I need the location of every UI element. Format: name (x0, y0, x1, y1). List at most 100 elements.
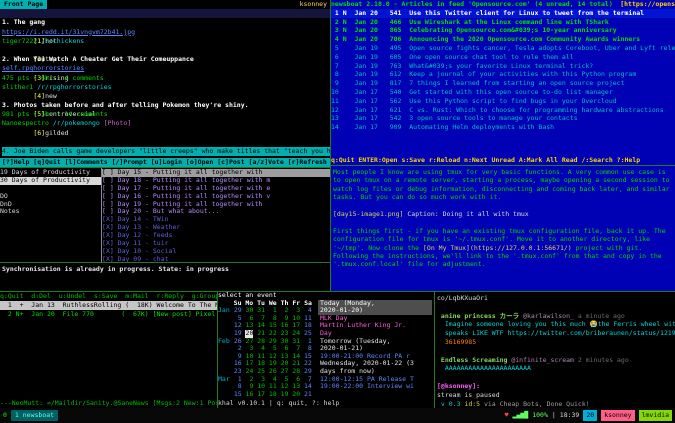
email-row[interactable]: 1 + Jan 13 RuthlessRolling ( 18K) Welcom… (0, 300, 217, 310)
twitter-line[interactable]: anine princess カーラ @karlawilson_ a minut… (437, 312, 675, 321)
reddit-post-line[interactable]: slither1 /r/rpghorrorstories (2, 83, 330, 92)
article-row[interactable]: 7 Jan 19 763 What&#039;s your favorite L… (331, 62, 675, 71)
article-row[interactable]: 10 Jan 17 540 Get started with this open… (331, 88, 675, 97)
calendar-day[interactable]: 18 (269, 390, 277, 399)
article-row[interactable]: 1 N Jan 20 541 Use this Twitter client f… (331, 8, 675, 18)
article-row[interactable]: 4 N Jan 20 706 Announcing the 2020 Opens… (331, 35, 675, 44)
todo-list-item[interactable]: 30 Days of Productivity (0, 176, 101, 185)
twitter-line[interactable]: Endless Screaming @infinite_scream 2 min… (437, 356, 675, 365)
todo-task-row[interactable]: [ ] Day 20 - But what about... (102, 208, 330, 216)
article-row[interactable]: 9 Jan 19 817 7 things I learned from sta… (331, 79, 675, 88)
twitter-line[interactable]: AAAAAAAAAAAAAAAAAAAAAA (437, 364, 675, 373)
reddit-sort-tab[interactable]: [4]new (33, 92, 57, 100)
article-row[interactable]: 6 Jan 19 605 One open source chat tool t… (331, 53, 675, 62)
todo-task-row[interactable]: [ ] Day 19 - Putting it all together wit… (102, 201, 330, 209)
calendar-day[interactable]: 21 (304, 390, 312, 399)
calendar-day[interactable]: 20 (292, 390, 300, 399)
agenda-line[interactable]: 12:00-12:15 PA Release T (318, 376, 432, 384)
agenda-line[interactable]: Today (Monday, (318, 299, 432, 308)
article-row[interactable]: 3 N Jan 20 865 Celebrating Opensource.co… (331, 26, 675, 35)
todo-task-row[interactable]: [X] Day 11 - tuir (102, 240, 330, 248)
agenda-line[interactable]: Tomorrow (Tuesday, (318, 338, 432, 346)
pane-border-bottom-left[interactable] (217, 292, 218, 408)
article-row[interactable]: 5 Jan 19 495 Open source fights cancer, … (331, 44, 675, 53)
reddit-post-line[interactable] (2, 46, 330, 55)
pane-sync-status[interactable]: Synchronisation is already in progress. … (0, 263, 330, 291)
twitter-line[interactable] (437, 347, 675, 356)
reddit-logged-in-user: ksonney (299, 0, 327, 8)
todo-list-item[interactable] (0, 185, 101, 193)
reddit-post-line[interactable]: 4. Joe Biden calls game developers "litt… (2, 147, 330, 157)
todo-task-row[interactable]: [X] Day 14 - TWin (102, 216, 330, 224)
pane-border-bottom-right[interactable] (434, 292, 435, 408)
reddit-post-line[interactable] (2, 138, 330, 147)
reddit-post-line[interactable]: 2. When You Watch A Cheater Get Their Co… (2, 55, 330, 64)
calendar-day[interactable]: 19 (280, 390, 289, 399)
pane-border-vertical-main[interactable] (330, 0, 331, 291)
agenda-line[interactable]: 2020-01-20) (318, 307, 432, 315)
agenda-line[interactable]: 19:00-22:00 Interview wi (318, 383, 432, 391)
todo-task-row[interactable]: [X] Day 10 - Social (102, 248, 330, 256)
todo-list-item[interactable]: 19 Days of Productivity (0, 169, 101, 177)
todo-sidebar: 19 Days of Productivity 30 Days of Produ… (0, 168, 102, 262)
pane-khal-calendar[interactable]: select an event Su Mo Tu We Th Fr Sa Jan… (218, 292, 434, 408)
agenda-line[interactable]: days from now) (318, 368, 432, 376)
pane-border-right[interactable] (331, 165, 675, 166)
article-row[interactable]: 13 Jan 17 542 3 open source tools to man… (331, 114, 675, 123)
pane-border-left-top[interactable] (0, 167, 330, 168)
pane-todo-list[interactable]: 19 Days of Productivity 30 Days of Produ… (0, 168, 330, 262)
reddit-post-line[interactable]: self.rpghorrorstories (2, 64, 330, 73)
twitter-line[interactable]: 36169985 (437, 338, 675, 347)
pane-rainbowstream-twitter[interactable]: co/LqbKXuaOri anine princess カーラ @karlaw… (435, 292, 675, 408)
todo-task-row[interactable]: [ ] Day 18 - Putting it all together wit… (102, 177, 330, 185)
todo-task-row[interactable]: [ ] Day 15 - Putting it all together wit… (102, 169, 330, 177)
todo-list-item[interactable]: DnD (0, 201, 101, 209)
reddit-sort-tab[interactable]: [6]gilded (33, 129, 68, 137)
reddit-post-line[interactable]: 1. The gang (2, 18, 330, 27)
calendar-day[interactable]: 17 (257, 390, 265, 399)
pane-reddit-client[interactable]: Front Page ksonney [1]hot [2]top [3]risi… (0, 0, 330, 167)
line-segments: '.tmux.conf.local' file for adjustment. (333, 260, 486, 268)
twitter-line[interactable]: speaks LIKE WTF https://twitter.com/brib… (437, 329, 675, 338)
twitter-line[interactable]: stream is paused (437, 391, 675, 400)
agenda-line[interactable]: MLK Day (318, 315, 432, 323)
text-segment: 2 minutes ago (577, 355, 629, 364)
agenda-line[interactable]: Day (318, 330, 432, 338)
agenda-line[interactable]: 19:00-21:00 Record PA r (318, 353, 432, 361)
todo-task-row[interactable]: [ ] Day 16 - Putting it all together wit… (102, 193, 330, 201)
reddit-post-line[interactable]: 3. Photos taken before and after telling… (2, 101, 330, 110)
twitter-line[interactable]: [@ksonney]: (437, 382, 675, 391)
agenda-line[interactable]: Martin Luther King Jr. (318, 322, 432, 330)
reddit-post-line[interactable]: Nanoespectro /r/pokemongo [Photo] (2, 119, 330, 128)
article-row[interactable]: 8 Jan 19 612 Keep a journal of your acti… (331, 70, 675, 79)
article-row[interactable]: 2 N Jan 20 466 Use Wireshark at the Linu… (331, 18, 675, 27)
article-row[interactable]: 14 Jan 17 909 Automating Helm deployment… (331, 123, 675, 132)
twitter-line[interactable] (437, 373, 675, 382)
pane-neomutt-email[interactable]: q:Quit d:Del u:Undel s:Save m:Mail r:Rep… (0, 292, 217, 408)
article-row[interactable]: 12 Jan 17 621 C vs. Rust: Which to choos… (331, 106, 675, 115)
email-row[interactable]: 2 N+ Jan 20 File 770 ( 67K) [New post] P… (0, 310, 217, 319)
todo-task-row[interactable]: [X] Day 12 - feeds (102, 232, 330, 240)
agenda-line[interactable]: Wednesday, 2020-01-22 (3 (318, 360, 432, 368)
twitter-line[interactable] (437, 303, 675, 312)
tmux-window-tab[interactable]: 1 newsboat (10, 410, 59, 421)
reddit-post-line[interactable]: https://i.redd.it/31vngvm72b41.jpg (2, 28, 330, 37)
pane-border-middle[interactable] (0, 291, 675, 292)
reddit-post-line[interactable]: tiger7222 /r/chickens (2, 37, 330, 46)
article-row[interactable]: 11 Jan 17 562 Use this Python script to … (331, 97, 675, 106)
todo-list-item[interactable]: Notes (0, 208, 101, 216)
pane-border-left-bottom[interactable] (0, 262, 330, 263)
todo-task-row[interactable]: [X] Day 13 - Weather (102, 224, 330, 232)
todo-list-item[interactable]: DO (0, 193, 101, 201)
twitter-line[interactable]: co/LqbKXuaOri (437, 294, 675, 303)
reddit-post-line[interactable]: 475 pts • 6hr • 4 comments (2, 74, 330, 83)
twitter-line[interactable]: v 0.3 id:5 via Cheap Bots, Done Quick! (437, 400, 675, 408)
agenda-line[interactable]: 2020-01-21) (318, 345, 432, 353)
pane-newsboat-article-view[interactable]: Most people I know are using tmux for ve… (331, 166, 675, 291)
twitter-line[interactable]: Imagine someone loving you this much 😭th… (437, 320, 675, 329)
calendar-day[interactable]: 15 (234, 390, 242, 399)
pane-newsboat-feed-list[interactable]: newsboat 2.18.0 - Articles in feed 'Open… (331, 0, 675, 165)
calendar-day[interactable]: 16 (245, 390, 254, 399)
reddit-post-line[interactable]: 981 pts • 5hr • 14 comments (2, 110, 330, 119)
todo-task-row[interactable]: [ ] Day 17 - Putting it all together wit… (102, 185, 330, 193)
